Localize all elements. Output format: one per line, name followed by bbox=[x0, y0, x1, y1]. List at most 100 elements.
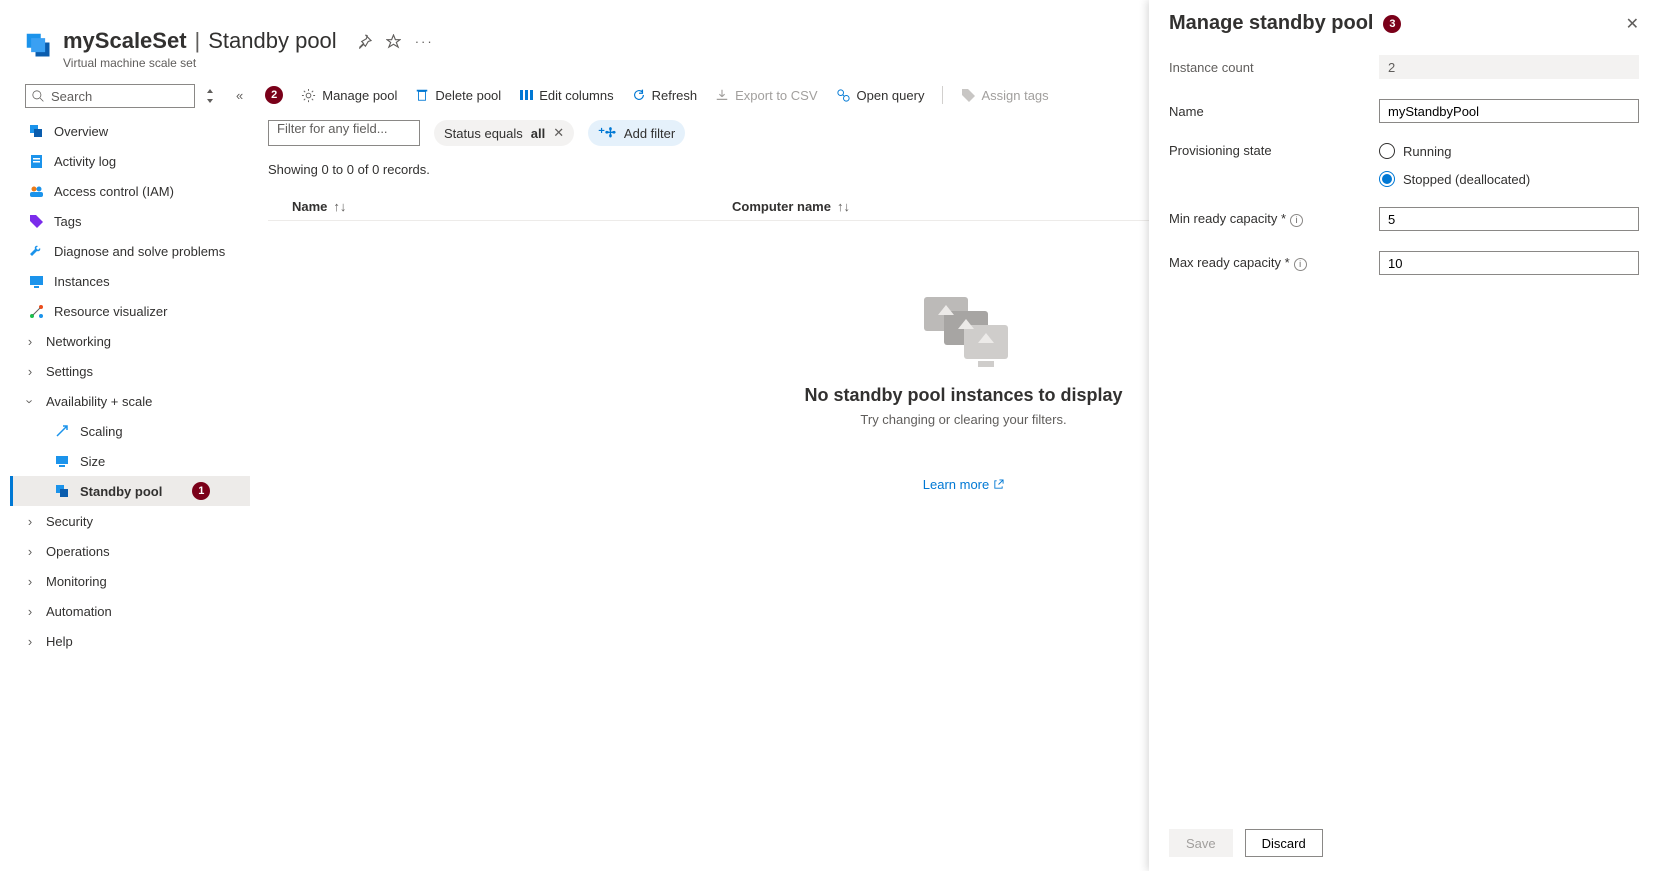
chevron-right-icon: › bbox=[24, 514, 36, 529]
nav-scaling[interactable]: Scaling bbox=[10, 416, 250, 446]
delete-pool-button[interactable]: Delete pool bbox=[415, 88, 501, 103]
nav-instances[interactable]: Instances bbox=[10, 266, 250, 296]
people-icon bbox=[28, 184, 44, 199]
query-icon bbox=[836, 88, 851, 103]
column-name[interactable]: Name ↑↓ bbox=[292, 199, 732, 214]
nav-activity-log[interactable]: Activity log bbox=[10, 146, 250, 176]
nav-group-operations[interactable]: ›Operations bbox=[10, 536, 250, 566]
close-icon[interactable]: ✕ bbox=[553, 125, 564, 141]
open-query-button[interactable]: Open query bbox=[836, 88, 925, 103]
nav-group-networking[interactable]: ›Networking bbox=[10, 326, 250, 356]
nav-resource-visualizer[interactable]: Resource visualizer bbox=[10, 296, 250, 326]
collapse-nav-icon[interactable]: « bbox=[232, 88, 247, 103]
min-capacity-input[interactable] bbox=[1379, 207, 1639, 231]
callout-badge-2: 2 bbox=[265, 86, 283, 104]
manage-pool-flyout: Manage standby pool 3 ✕ Instance count N… bbox=[1149, 0, 1659, 871]
favorite-icon[interactable] bbox=[386, 34, 401, 49]
export-csv-button: Export to CSV bbox=[715, 88, 817, 103]
tag-icon bbox=[961, 88, 975, 102]
resource-name: myScaleSet bbox=[63, 28, 187, 54]
chevron-down-icon: › bbox=[23, 395, 38, 407]
chevron-right-icon: › bbox=[24, 334, 36, 349]
provisioning-state-label: Provisioning state bbox=[1169, 143, 1379, 158]
nav-group-security[interactable]: ›Security bbox=[10, 506, 250, 536]
sort-icon: ↑↓ bbox=[837, 199, 850, 214]
nav-group-availability[interactable]: ›Availability + scale bbox=[10, 386, 250, 416]
nav-diagnose[interactable]: Diagnose and solve problems bbox=[10, 236, 250, 266]
chevron-right-icon: › bbox=[24, 574, 36, 589]
vmss-mini-icon bbox=[28, 124, 44, 139]
status-filter-value: all bbox=[531, 126, 545, 141]
manage-pool-button[interactable]: Manage pool bbox=[301, 88, 397, 103]
assign-tags-button: Assign tags bbox=[961, 88, 1048, 103]
title-separator: | bbox=[195, 28, 201, 54]
chevron-right-icon: › bbox=[24, 634, 36, 649]
max-capacity-input[interactable] bbox=[1379, 251, 1639, 275]
tag-icon bbox=[28, 214, 44, 229]
callout-badge-3: 3 bbox=[1383, 15, 1401, 33]
more-icon[interactable]: ··· bbox=[415, 34, 434, 49]
nav-size[interactable]: Size bbox=[10, 446, 250, 476]
edit-columns-button[interactable]: Edit columns bbox=[519, 88, 613, 103]
sidebar-nav: Overview Activity log Access control (IA… bbox=[10, 116, 250, 656]
scaling-icon bbox=[54, 424, 70, 438]
radio-icon bbox=[1379, 143, 1395, 159]
save-button: Save bbox=[1169, 829, 1233, 857]
nav-access-control[interactable]: Access control (IAM) bbox=[10, 176, 250, 206]
resource-type-subtitle: Virtual machine scale set bbox=[63, 56, 434, 70]
instance-count-label: Instance count bbox=[1169, 60, 1379, 75]
status-filter-label: Status equals bbox=[444, 126, 523, 141]
toolbar-separator bbox=[942, 86, 943, 104]
blade-name: Standby pool bbox=[208, 28, 336, 54]
wrench-icon bbox=[28, 244, 44, 259]
provisioning-running-radio[interactable]: Running bbox=[1379, 143, 1530, 159]
nav-expand-icon[interactable] bbox=[201, 87, 219, 105]
callout-badge-1: 1 bbox=[192, 482, 210, 500]
nav-overview[interactable]: Overview bbox=[10, 116, 250, 146]
chevron-right-icon: › bbox=[24, 604, 36, 619]
monitor-icon bbox=[54, 454, 70, 468]
discard-button[interactable]: Discard bbox=[1245, 829, 1323, 857]
add-filter-icon: ⁺✢ bbox=[598, 125, 616, 141]
name-label: Name bbox=[1169, 104, 1379, 119]
min-capacity-label: Min ready capacityi bbox=[1169, 211, 1379, 227]
instance-count-input bbox=[1379, 55, 1639, 79]
radio-selected-icon bbox=[1379, 171, 1395, 187]
add-filter-button[interactable]: ⁺✢ Add filter bbox=[588, 120, 685, 146]
nav-search-input[interactable]: Search bbox=[25, 84, 195, 108]
trash-icon bbox=[415, 88, 429, 102]
status-filter-chip[interactable]: Status equals all ✕ bbox=[434, 120, 574, 146]
flyout-title: Manage standby pool bbox=[1169, 12, 1373, 35]
chevron-right-icon: › bbox=[24, 364, 36, 379]
vmss-icon bbox=[25, 32, 53, 60]
vmss-mini-icon bbox=[54, 484, 70, 498]
log-icon bbox=[28, 154, 44, 169]
nav-group-monitoring[interactable]: ›Monitoring bbox=[10, 566, 250, 596]
column-computer-name[interactable]: Computer name ↑↓ bbox=[732, 199, 850, 214]
nav-group-automation[interactable]: ›Automation bbox=[10, 596, 250, 626]
nav-tags[interactable]: Tags bbox=[10, 206, 250, 236]
nav-search-placeholder: Search bbox=[51, 89, 92, 104]
field-filter-input[interactable]: Filter for any field... bbox=[268, 120, 420, 146]
sort-icon: ↑↓ bbox=[333, 199, 346, 214]
pool-name-input[interactable] bbox=[1379, 99, 1639, 123]
nav-standby-pool[interactable]: Standby pool 1 bbox=[10, 476, 250, 506]
max-capacity-label: Max ready capacityi bbox=[1169, 255, 1379, 271]
monitor-icon bbox=[28, 274, 44, 289]
close-flyout-button[interactable]: ✕ bbox=[1626, 14, 1639, 34]
info-icon[interactable]: i bbox=[1294, 258, 1307, 271]
graph-icon bbox=[28, 304, 44, 319]
external-link-icon bbox=[993, 479, 1004, 490]
refresh-button[interactable]: Refresh bbox=[632, 88, 698, 103]
chevron-right-icon: › bbox=[24, 544, 36, 559]
columns-icon bbox=[519, 88, 533, 102]
nav-group-help[interactable]: ›Help bbox=[10, 626, 250, 656]
learn-more-link[interactable]: Learn more bbox=[923, 477, 1004, 492]
nav-group-settings[interactable]: ›Settings bbox=[10, 356, 250, 386]
info-icon[interactable]: i bbox=[1290, 214, 1303, 227]
page-title: myScaleSet | Standby pool ··· bbox=[63, 28, 434, 54]
refresh-icon bbox=[632, 88, 646, 102]
provisioning-stopped-radio[interactable]: Stopped (deallocated) bbox=[1379, 171, 1530, 187]
pin-icon[interactable] bbox=[357, 34, 372, 49]
download-icon bbox=[715, 88, 729, 102]
